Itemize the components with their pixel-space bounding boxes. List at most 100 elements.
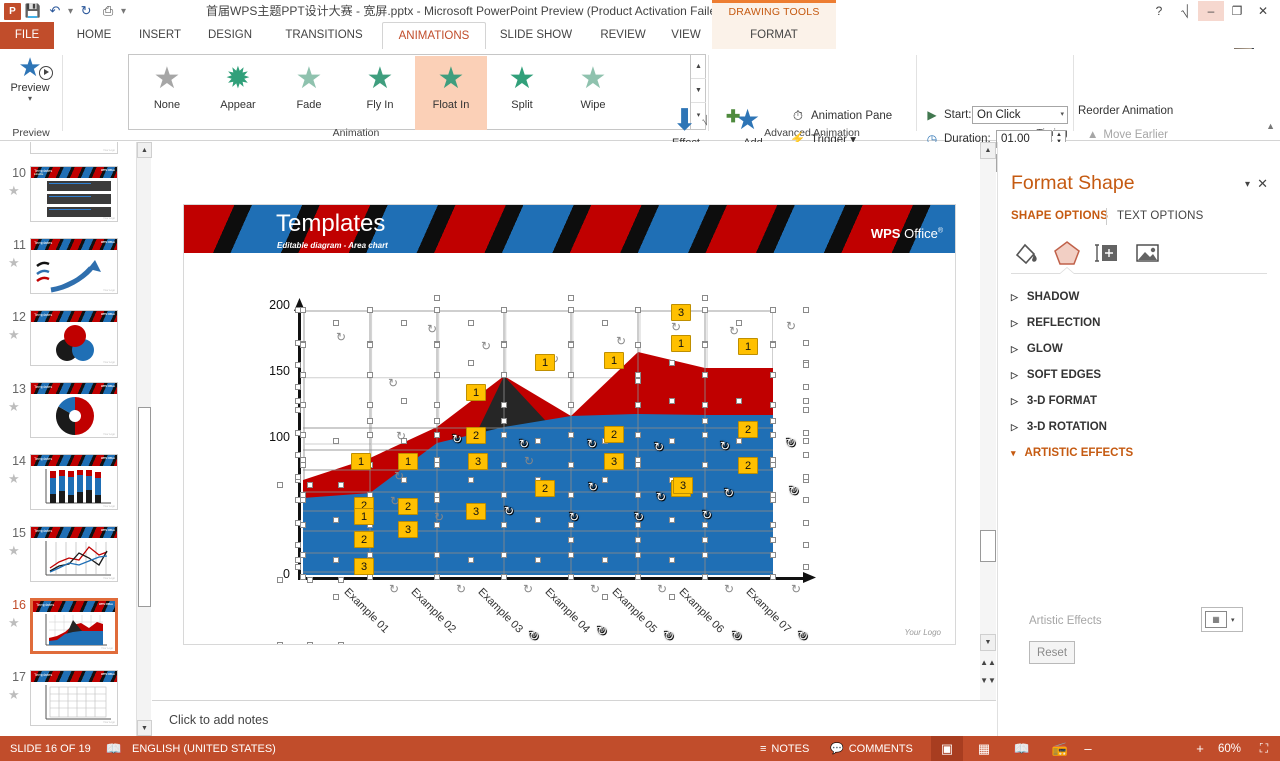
- start-from-beginning-icon[interactable]: ⎙: [98, 1, 118, 21]
- selection-handle[interactable]: [635, 342, 641, 348]
- selection-handle[interactable]: [669, 517, 675, 523]
- notes-pane[interactable]: Click to add notes: [152, 700, 996, 736]
- animation-order-tag[interactable]: 1: [351, 453, 371, 470]
- selection-handle[interactable]: [468, 320, 474, 326]
- selection-handle[interactable]: [702, 372, 708, 378]
- selection-handle[interactable]: [803, 542, 809, 548]
- selection-handle[interactable]: [702, 307, 708, 313]
- rotate-handle-icon[interactable]: ↻: [729, 325, 741, 337]
- rotate-handle-icon[interactable]: ↻: [389, 583, 401, 595]
- animation-order-tag[interactable]: 3: [398, 521, 418, 538]
- selection-handle[interactable]: [295, 384, 301, 390]
- selection-handle[interactable]: [295, 430, 301, 436]
- scroll-down-icon[interactable]: ▼: [980, 634, 996, 651]
- selection-handle[interactable]: [568, 492, 574, 498]
- selection-handle[interactable]: [434, 432, 440, 438]
- selection-handle[interactable]: [770, 432, 776, 438]
- selection-handle[interactable]: [669, 557, 675, 563]
- slideshow-button[interactable]: 📻: [1044, 736, 1076, 761]
- selection-handle[interactable]: [434, 295, 440, 301]
- section-reflection[interactable]: ▷ REFLECTION: [1011, 310, 1100, 336]
- animation-order-tag[interactable]: 1: [738, 338, 758, 355]
- scroll-up-icon[interactable]: ▲: [980, 142, 996, 159]
- selection-handle[interactable]: [535, 557, 541, 563]
- notes-placeholder[interactable]: Click to add notes: [169, 713, 268, 727]
- selection-handle[interactable]: [669, 594, 675, 600]
- rotate-handle-icon[interactable]: ↻: [616, 335, 628, 347]
- fit-to-window-icon[interactable]: ⛶: [1253, 736, 1275, 761]
- selection-handle[interactable]: [770, 402, 776, 408]
- selection-handle[interactable]: [367, 432, 373, 438]
- rotate-handle-icon[interactable]: ↻: [587, 438, 599, 450]
- selection-handle[interactable]: [501, 342, 507, 348]
- tab-file[interactable]: FILE: [0, 22, 54, 49]
- thumbnail-slide-17[interactable]: Templates WPS Office Your Logo: [30, 670, 118, 726]
- animation-gallery[interactable]: ★ None ✹ Appear ★ Fade ★ Fly In ★ Float …: [128, 54, 706, 130]
- animation-none[interactable]: ★ None: [131, 56, 203, 130]
- stepper-up-icon[interactable]: ▲: [1056, 132, 1062, 139]
- selection-handle[interactable]: [635, 432, 641, 438]
- selection-handle[interactable]: [277, 482, 283, 488]
- selection-handle[interactable]: [295, 542, 301, 548]
- section-3d-format[interactable]: ▷ 3-D FORMAT: [1011, 388, 1097, 414]
- thumbnail-slide-10[interactable]: Templates Editable WPS Office Your Logo: [30, 166, 118, 222]
- slide-canvas[interactable]: Templates Editable diagram - Area chart …: [183, 204, 956, 645]
- normal-view-button[interactable]: ▣: [931, 736, 963, 761]
- selection-handle[interactable]: [501, 307, 507, 313]
- tab-insert[interactable]: INSERT: [128, 22, 192, 49]
- tab-shape-options[interactable]: SHAPE OPTIONS: [1011, 210, 1108, 222]
- selection-handle[interactable]: [568, 342, 574, 348]
- selection-handle[interactable]: [635, 574, 641, 580]
- gallery-scroll-up-icon[interactable]: ▲: [691, 55, 706, 79]
- selection-handle[interactable]: [602, 477, 608, 483]
- selection-handle[interactable]: [434, 342, 440, 348]
- selection-handle[interactable]: [468, 477, 474, 483]
- list-item[interactable]: 11 ★ Templates WPS Office Your Logo: [0, 238, 134, 310]
- scrollbar-thumb[interactable]: [138, 407, 151, 607]
- selection-handle[interactable]: [770, 342, 776, 348]
- animation-order-tag[interactable]: 1: [354, 508, 374, 525]
- rotate-handle-icon[interactable]: ↻: [504, 505, 516, 517]
- section-shadow[interactable]: ▷ SHADOW: [1011, 284, 1079, 310]
- rotate-handle-icon[interactable]: ↻: [656, 491, 668, 503]
- animation-star-icon[interactable]: ★: [8, 471, 20, 487]
- animation-order-tag[interactable]: 2: [604, 426, 624, 443]
- previous-slide-icon[interactable]: ▲▲: [980, 654, 996, 670]
- next-slide-icon[interactable]: ▼▼: [980, 672, 996, 688]
- animation-float-in[interactable]: ★ Float In: [415, 56, 487, 130]
- selection-handle[interactable]: [295, 362, 301, 368]
- tab-animations[interactable]: ANIMATIONS: [382, 22, 486, 49]
- animation-appear[interactable]: ✹ Appear: [202, 56, 274, 130]
- selection-handle[interactable]: [333, 320, 339, 326]
- selection-handle[interactable]: [277, 642, 283, 645]
- selection-handle[interactable]: [501, 418, 507, 424]
- selection-handle[interactable]: [770, 537, 776, 543]
- animation-order-tag[interactable]: 2: [738, 421, 758, 438]
- selection-handle[interactable]: [669, 398, 675, 404]
- selection-handle[interactable]: [568, 372, 574, 378]
- start-dropdown[interactable]: On Click ▾: [972, 106, 1068, 124]
- selection-handle[interactable]: [568, 432, 574, 438]
- rotate-handle-icon[interactable]: ↻: [702, 509, 714, 521]
- slide-sorter-button[interactable]: ▦: [968, 736, 1000, 761]
- selection-handle[interactable]: [803, 564, 809, 570]
- selection-handle[interactable]: [803, 452, 809, 458]
- animation-dialog-launcher[interactable]: ⎷: [702, 115, 708, 126]
- zoom-in-button[interactable]: +: [1192, 736, 1208, 761]
- section-glow[interactable]: ▷ GLOW: [1011, 336, 1063, 362]
- selection-handle[interactable]: [307, 482, 313, 488]
- selection-handle[interactable]: [401, 398, 407, 404]
- selection-handle[interactable]: [501, 552, 507, 558]
- selection-handle[interactable]: [501, 432, 507, 438]
- selection-handle[interactable]: [702, 432, 708, 438]
- help-button[interactable]: ?: [1146, 1, 1172, 21]
- animation-star-icon[interactable]: ★: [8, 327, 20, 343]
- selection-handle[interactable]: [300, 462, 306, 468]
- rotate-handle-icon[interactable]: ↻: [394, 470, 406, 482]
- selection-handle[interactable]: [803, 398, 809, 404]
- animation-order-tag[interactable]: 1: [604, 352, 624, 369]
- animation-pane-button[interactable]: ⏱ Animation Pane: [790, 105, 892, 127]
- selection-handle[interactable]: [333, 517, 339, 523]
- undo-caret-icon[interactable]: ▾: [67, 6, 74, 17]
- chevron-down-icon[interactable]: ▾: [1231, 616, 1235, 624]
